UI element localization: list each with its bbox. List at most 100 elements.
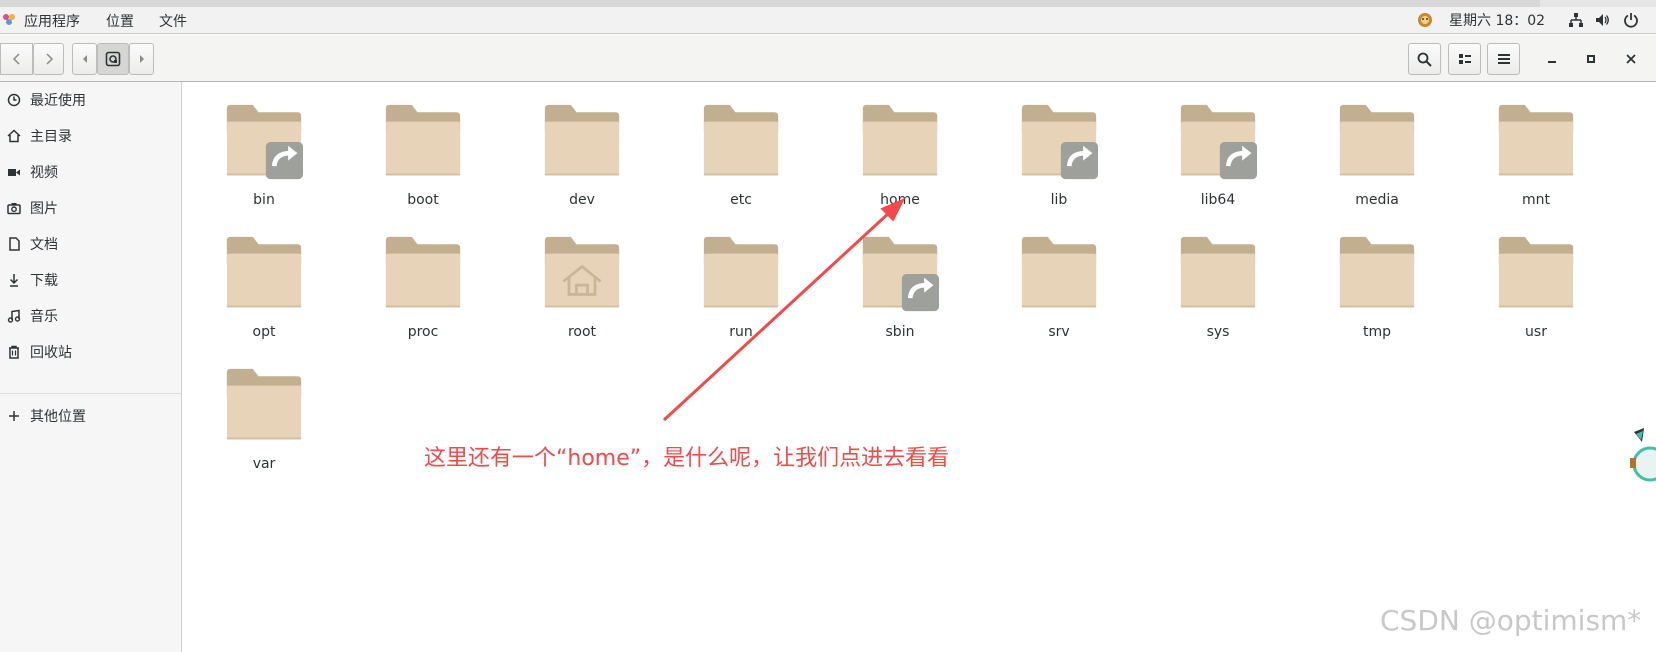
folder-icon <box>1339 104 1415 176</box>
symlink-emblem-icon <box>1060 142 1098 180</box>
folder-name: sbin <box>885 324 915 340</box>
search-button[interactable] <box>1408 43 1441 75</box>
chevron-left-icon <box>12 53 20 65</box>
folder-name: run <box>729 324 753 340</box>
path-left-button[interactable] <box>72 43 97 75</box>
folder-name: media <box>1355 192 1399 208</box>
sidebar-item-label: 图片 <box>30 201 58 217</box>
folder-item-home[interactable]: home <box>827 82 967 208</box>
folder-item-lib[interactable]: lib <box>986 82 1126 208</box>
folder-icon <box>544 236 620 308</box>
folder-name: lib64 <box>1200 192 1236 208</box>
folder-name: opt <box>252 324 276 340</box>
header-bar <box>0 35 1656 82</box>
volume-icon[interactable] <box>1594 12 1610 28</box>
maximize-icon <box>1587 55 1595 63</box>
top-scroll-thumb[interactable] <box>0 0 1540 7</box>
file-grid: bin boot dev etc home lib lib64 media mnt opt proc… <box>183 82 1656 652</box>
folder-name: proc <box>407 324 439 340</box>
folder-name: mnt <box>1522 192 1550 208</box>
folder-name: var <box>252 456 276 472</box>
folder-icon <box>703 104 779 176</box>
folder-item-run[interactable]: run <box>668 214 808 340</box>
drive-icon <box>105 51 121 67</box>
sidebar-item-label: 文档 <box>30 237 58 253</box>
folder-item-dev[interactable]: dev <box>509 82 649 208</box>
sidebar-item-recent[interactable]: 最近使用 <box>0 82 181 118</box>
chevron-right-icon <box>45 53 53 65</box>
sidebar-item-pictures[interactable]: 图片 <box>0 190 181 226</box>
folder-item-media[interactable]: media <box>1304 82 1444 208</box>
files-menu[interactable]: 文件 <box>159 11 187 31</box>
back-button[interactable] <box>0 43 33 75</box>
folder-item-usr[interactable]: usr <box>1463 214 1603 340</box>
network-icon[interactable] <box>1568 12 1584 28</box>
music-icon <box>7 309 21 323</box>
power-icon[interactable] <box>1623 12 1639 28</box>
folder-item-srv[interactable]: srv <box>986 214 1126 340</box>
folder-name: home <box>880 192 920 208</box>
sidebar-item-label: 主目录 <box>30 129 72 145</box>
folder-item-boot[interactable]: boot <box>350 82 490 208</box>
sidebar-item-label: 音乐 <box>30 309 58 325</box>
folder-item-opt[interactable]: opt <box>191 214 331 340</box>
annotation-text: 这里还有一个“home”，是什么呢，让我们点进去看看 <box>424 446 950 471</box>
sidebar: 最近使用 主目录 视频 图片 文档 下载 音乐 回收站 其他位置 <box>0 82 182 652</box>
folder-icon <box>544 104 620 176</box>
folder-name: boot <box>407 192 439 208</box>
folder-item-mnt[interactable]: mnt <box>1463 82 1603 208</box>
folder-name: root <box>567 324 597 340</box>
recent-icon <box>7 93 21 107</box>
clock[interactable]: 星期六 18：02 <box>1449 10 1545 30</box>
folder-item-bin[interactable]: bin <box>191 82 331 208</box>
folder-item-root[interactable]: root <box>509 214 649 340</box>
apps-logo-icon[interactable] <box>2 12 16 26</box>
mascot-icon <box>1630 428 1656 482</box>
sidebar-item-label: 其他位置 <box>30 409 86 425</box>
minimize-button[interactable] <box>1537 43 1567 75</box>
plus-icon <box>7 409 21 423</box>
path-right-button[interactable] <box>129 43 154 75</box>
download-icon <box>7 273 21 287</box>
maximize-button[interactable] <box>1576 43 1606 75</box>
search-icon <box>1417 52 1432 67</box>
top-panel: 应用程序 位置 文件 星期六 18：02 <box>0 0 1656 34</box>
sidebar-item-home[interactable]: 主目录 <box>0 118 181 154</box>
close-button[interactable] <box>1616 43 1646 75</box>
sidebar-item-trash[interactable]: 回收站 <box>0 334 181 370</box>
list-view-icon <box>1458 54 1471 64</box>
folder-item-var[interactable]: var <box>191 346 331 472</box>
sidebar-item-downloads[interactable]: 下载 <box>0 262 181 298</box>
folder-item-sys[interactable]: sys <box>1145 214 1285 340</box>
folder-item-sbin[interactable]: sbin <box>827 214 967 340</box>
folder-icon <box>1339 236 1415 308</box>
sidebar-item-video[interactable]: 视频 <box>0 154 181 190</box>
camera-icon <box>7 201 21 215</box>
folder-icon <box>1498 104 1574 176</box>
home-icon <box>7 129 21 143</box>
folder-name: tmp <box>1362 324 1391 340</box>
folder-icon <box>862 236 939 312</box>
folder-item-lib64[interactable]: lib64 <box>1145 82 1285 208</box>
video-icon <box>7 165 21 179</box>
sidebar-item-documents[interactable]: 文档 <box>0 226 181 262</box>
folder-name: bin <box>253 192 275 208</box>
path-root-button[interactable] <box>97 43 129 75</box>
apps-menu[interactable]: 应用程序 <box>24 11 80 31</box>
folder-item-tmp[interactable]: tmp <box>1304 214 1444 340</box>
forward-button[interactable] <box>33 43 64 75</box>
sidebar-item-label: 下载 <box>30 273 58 289</box>
folder-name: lib <box>1050 192 1068 208</box>
view-toggle-button[interactable] <box>1448 43 1481 75</box>
weather-icon[interactable] <box>1417 12 1433 28</box>
folder-item-proc[interactable]: proc <box>350 214 490 340</box>
folder-icon <box>862 104 938 176</box>
menu-button[interactable] <box>1487 43 1520 75</box>
folder-icon <box>703 236 779 308</box>
folder-item-etc[interactable]: etc <box>668 82 808 208</box>
sidebar-item-other-locations[interactable]: 其他位置 <box>0 398 181 434</box>
folder-name: srv <box>1048 324 1070 340</box>
sidebar-item-music[interactable]: 音乐 <box>0 298 181 334</box>
places-menu[interactable]: 位置 <box>106 11 134 31</box>
folder-icon <box>385 236 461 308</box>
